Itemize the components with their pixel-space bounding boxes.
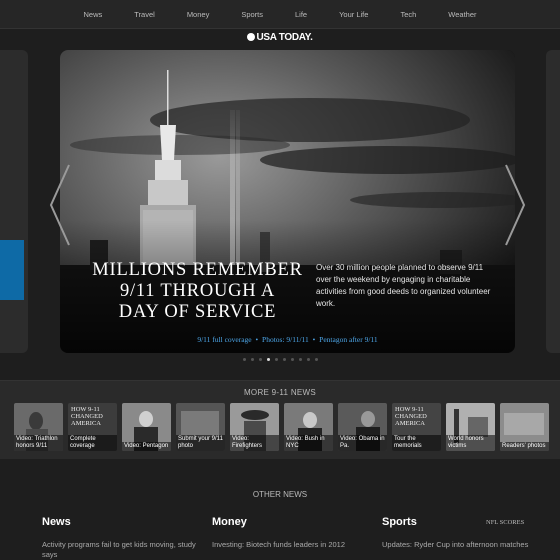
nfl-scores-link[interactable]: NFL SCORES [486, 519, 524, 526]
thumb-readers-photos[interactable]: Readers' photos [500, 403, 549, 451]
thumb-complete-coverage[interactable]: HOW 9-11 CHANGED AMERICA Complete covera… [68, 403, 117, 451]
thumb-memorials[interactable]: HOW 9-11 CHANGED AMERICA Tour the memori… [392, 403, 441, 451]
thumb-firefighters[interactable]: Video: Firefighters [230, 403, 279, 451]
link-pentagon[interactable]: Pentagon after 9/11 [319, 335, 377, 344]
thumb-caption: Complete coverage [68, 435, 117, 451]
money-column: Money Investing: Biotech funds leaders i… [212, 516, 372, 550]
carousel-dot[interactable] [242, 358, 246, 361]
thumb-overlay: HOW 9-11 CHANGED AMERICA [395, 406, 427, 427]
nav-weather[interactable]: Weather [448, 10, 476, 19]
link-separator: • [255, 335, 259, 344]
carousel-dot[interactable] [290, 358, 294, 361]
logo-text: USA TODAY. [256, 32, 313, 43]
carousel-dot[interactable] [250, 358, 254, 361]
thumb-caption: Submit your 9/11 photo [176, 435, 225, 451]
carousel-dot[interactable] [306, 358, 310, 361]
usa-today-logo[interactable]: USA TODAY. [0, 32, 560, 43]
thumb-bush[interactable]: Video: Bush in NYC [284, 403, 333, 451]
carousel-dot[interactable] [298, 358, 302, 361]
link-photos[interactable]: Photos: 9/11/11 [262, 335, 309, 344]
thumb-pentagon[interactable]: Video: Pentagon [122, 403, 171, 451]
nav-news[interactable]: News [83, 10, 102, 19]
sports-headline[interactable]: Updates: Ryder Cup into afternoon matche… [382, 540, 542, 550]
hero-slide[interactable]: MILLIONS REMEMBER 9/11 THROUGH A DAY OF … [60, 50, 515, 353]
carousel-dot[interactable] [266, 358, 270, 361]
nav-sports[interactable]: Sports [241, 10, 263, 19]
nav-travel[interactable]: Travel [134, 10, 155, 19]
money-headline[interactable]: Investing: Biotech funds leaders in 2012 [212, 540, 372, 550]
thumb-caption: Readers' photos [500, 442, 549, 451]
thumb-caption: Video: Obama in Pa. [338, 435, 387, 451]
hero-summary: Over 30 million people planned to observ… [316, 263, 491, 308]
carousel-dot[interactable] [282, 358, 286, 361]
more-news-section: MORE 9-11 NEWS Video: Triathlon honors 9… [0, 380, 560, 459]
thumb-submit-photo[interactable]: Submit your 9/11 photo [176, 403, 225, 451]
link-full-coverage[interactable]: 9/11 full coverage [197, 335, 251, 344]
link-separator: • [312, 335, 316, 344]
previous-arrow-icon[interactable] [45, 160, 75, 250]
news-heading[interactable]: News [42, 516, 202, 528]
thumb-caption: Tour the memorials [392, 435, 441, 451]
hero-related-links: 9/11 full coverage • Photos: 9/11/11 • P… [60, 335, 515, 344]
other-news-title: OTHER NEWS [252, 490, 308, 499]
previous-slide-peek[interactable] [0, 50, 28, 353]
thumb-caption: Video: Triathlon honors 9/11 [14, 435, 63, 451]
top-nav: News Travel Money Sports Life Your Life … [0, 0, 560, 29]
nav-tech[interactable]: Tech [400, 10, 416, 19]
headline-line-1: MILLIONS REMEMBER [92, 260, 303, 280]
thumb-world-honors[interactable]: World honors victims [446, 403, 495, 451]
more-news-title: MORE 9-11 NEWS [243, 388, 317, 397]
headline-line-2: 9/11 THROUGH A [119, 281, 276, 301]
carousel-dot[interactable] [258, 358, 262, 361]
more-news-thumbnails: Video: Triathlon honors 9/11 HOW 9-11 CH… [14, 403, 549, 451]
thumb-caption: Video: Pentagon [122, 442, 171, 451]
nav-life[interactable]: Life [295, 10, 307, 19]
news-column: News Activity programs fail to get kids … [42, 516, 202, 560]
thumb-overlay: HOW 9-11 CHANGED AMERICA [71, 406, 103, 427]
logo-globe-icon [247, 33, 256, 41]
carousel-dot[interactable] [274, 358, 278, 361]
previous-slide-accent [0, 240, 24, 300]
nav-money[interactable]: Money [187, 10, 210, 19]
news-headline[interactable]: Activity programs fail to get kids movin… [42, 540, 202, 560]
thumb-caption: Video: Firefighters [230, 435, 279, 451]
next-arrow-icon[interactable] [500, 160, 530, 250]
carousel-dot[interactable] [314, 358, 318, 361]
nav-your-life[interactable]: Your Life [339, 10, 368, 19]
carousel-pagination [0, 358, 560, 361]
thumb-caption: Video: Bush in NYC [284, 435, 333, 451]
next-slide-peek[interactable] [546, 50, 560, 353]
thumb-triathlon[interactable]: Video: Triathlon honors 9/11 [14, 403, 63, 451]
money-heading[interactable]: Money [212, 516, 372, 528]
headline-line-3: DAY OF SERVICE [118, 302, 277, 322]
thumb-caption: World honors victims [446, 435, 495, 451]
thumb-obama[interactable]: Video: Obama in Pa. [338, 403, 387, 451]
hero-headline[interactable]: MILLIONS REMEMBER 9/11 THROUGH A DAY OF … [90, 260, 305, 323]
